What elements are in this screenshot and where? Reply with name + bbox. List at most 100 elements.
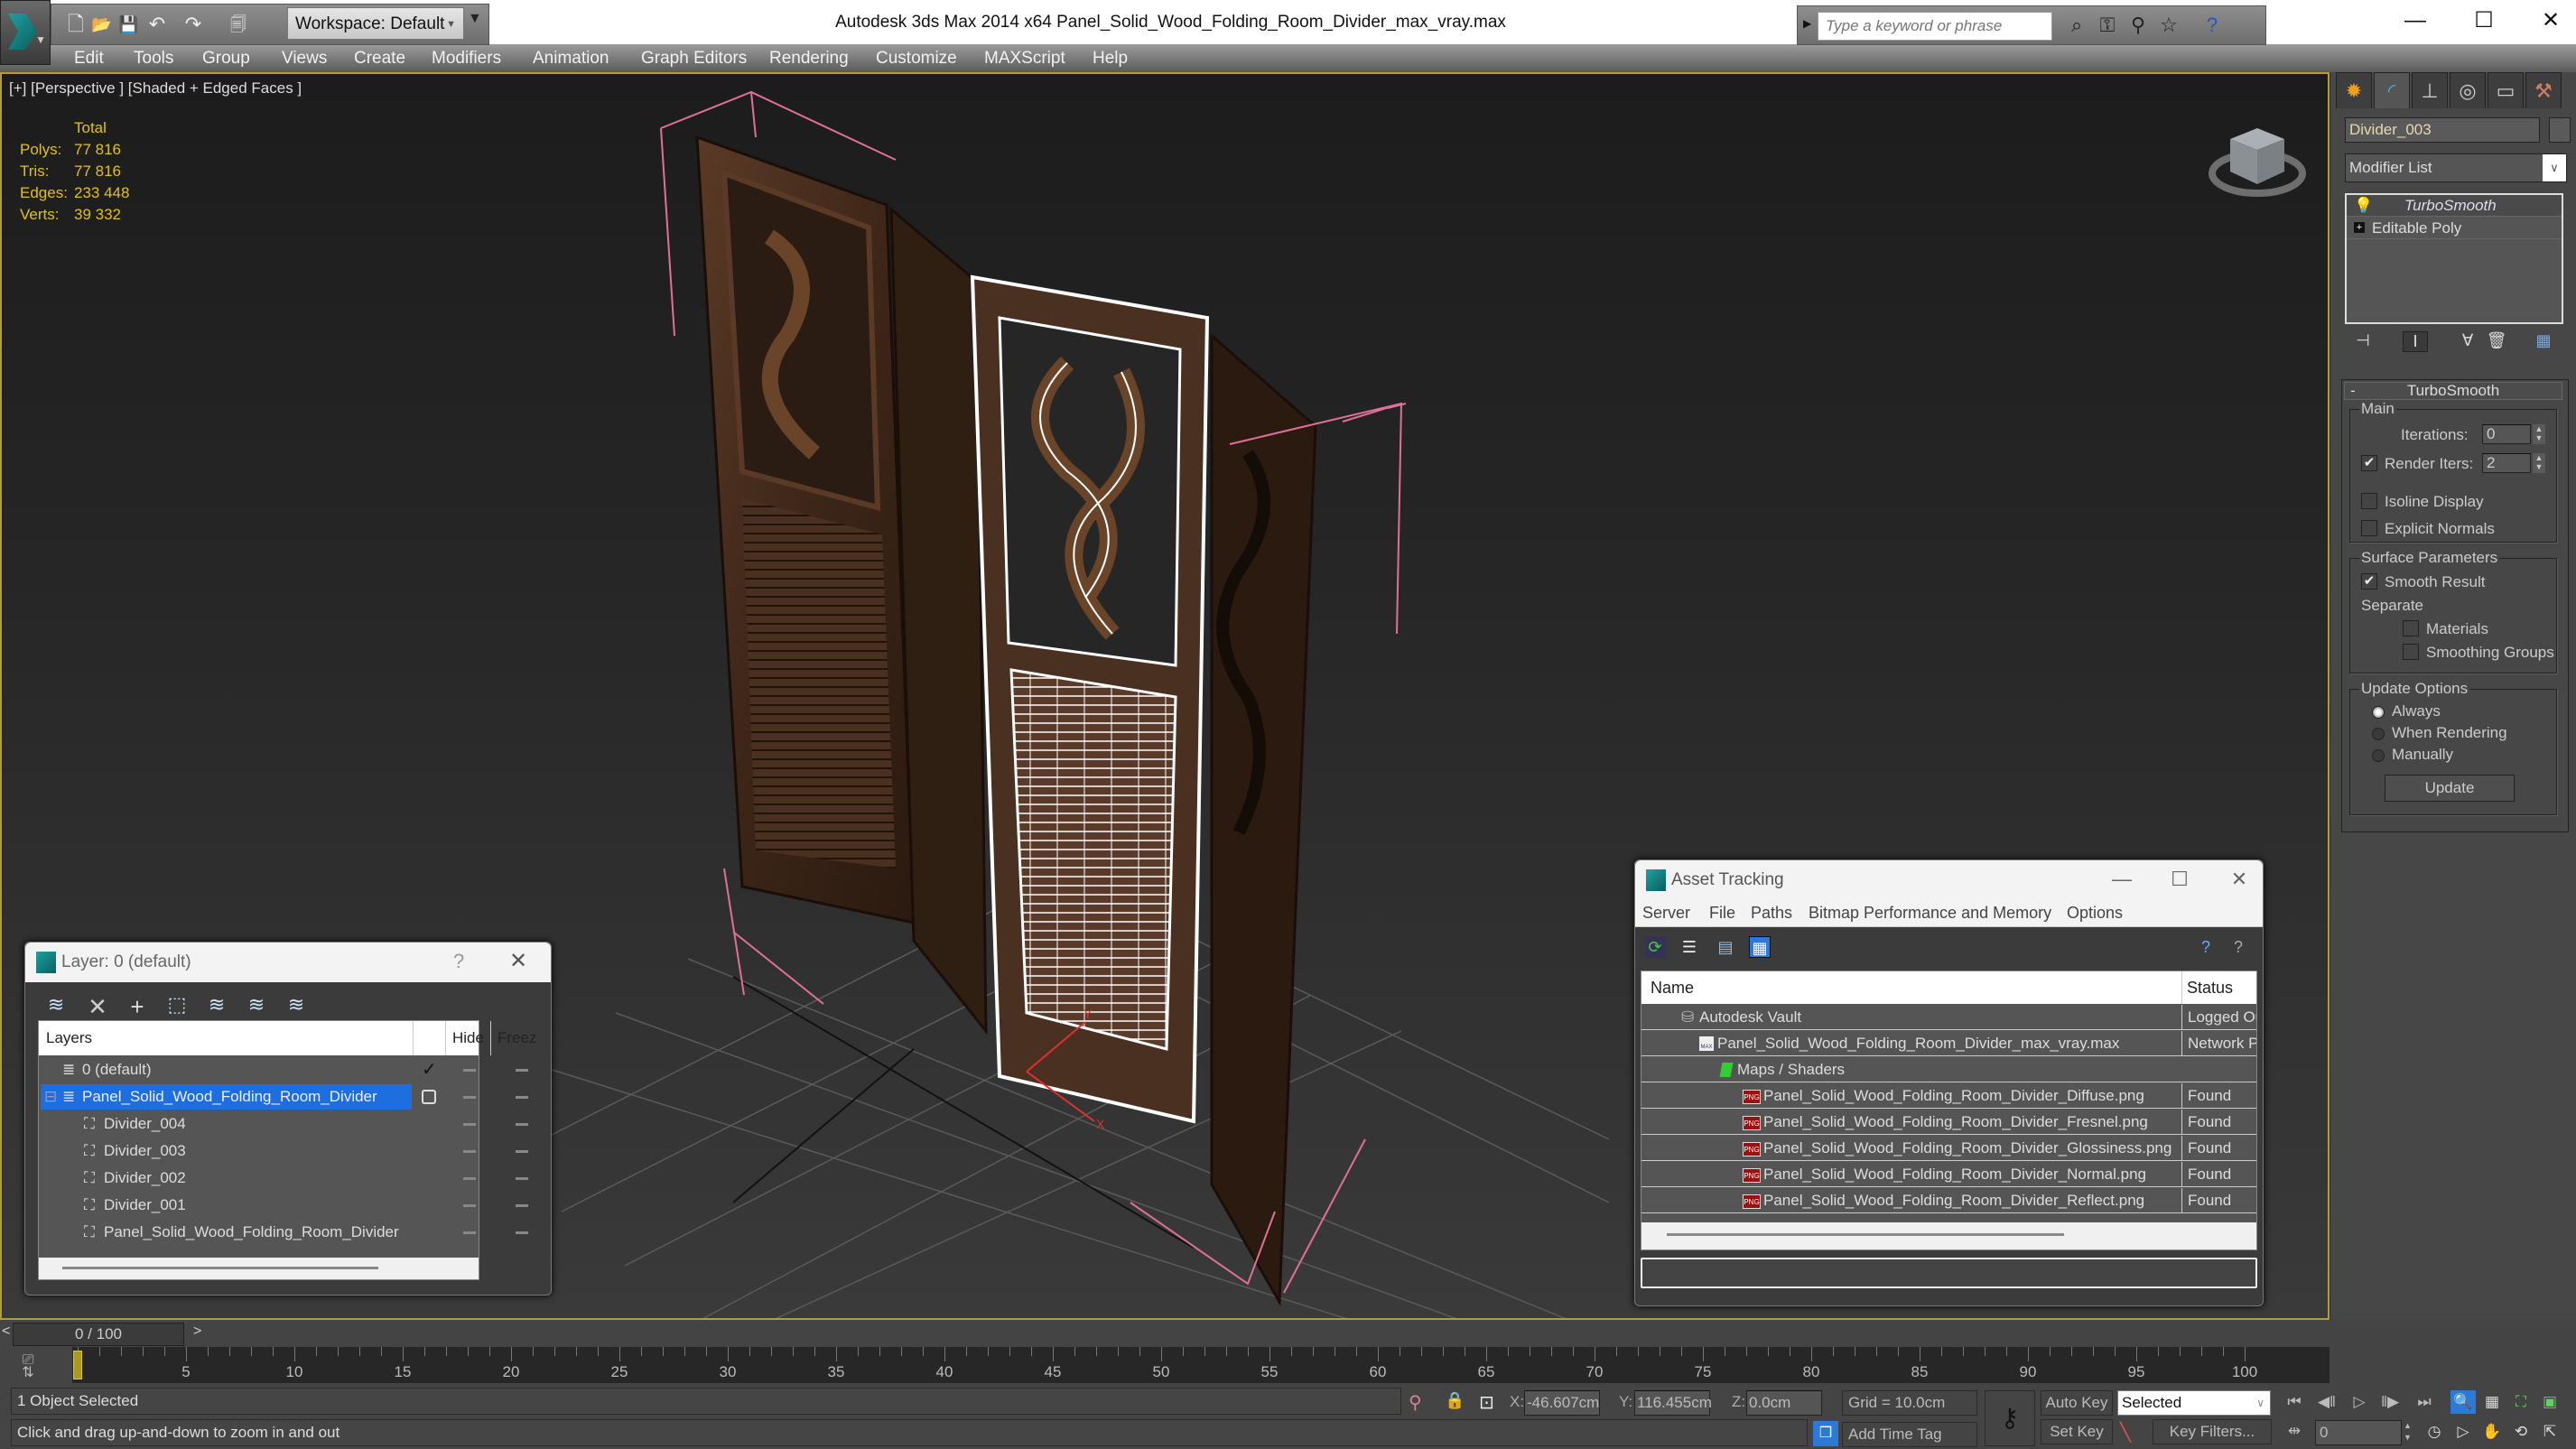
track-bar[interactable]: 0510152025303540455055606570758085909510… [72,1347,2330,1383]
column-hide[interactable]: Hide [452,1021,484,1055]
asset-row[interactable]: PNG Panel_Solid_Wood_Folding_Room_Divider… [1641,1162,2256,1187]
freeze-toggle[interactable] [516,1204,528,1207]
select-objects-in-layer-icon[interactable]: ⬚ [164,993,190,1017]
layer-object-row[interactable]: ⛶ Divider_001 [39,1193,528,1218]
maximize-viewport-icon[interactable]: ⇱ [2537,1420,2562,1444]
horizontal-scrollbar[interactable] [39,1258,479,1279]
auto-key-button[interactable]: Auto Key [2041,1390,2113,1416]
asset-row[interactable]: MAX Panel_Solid_Wood_Folding_Room_Divide… [1641,1031,2256,1056]
key-filters-button[interactable]: Key Filters... [2153,1419,2272,1444]
spinner-arrows-icon[interactable]: ▲ ▼ [2533,424,2545,444]
menu-animation[interactable]: Animation [533,45,609,72]
help-icon[interactable]: ? [2200,14,2224,37]
previous-frame-icon[interactable]: ◀‖ [2313,1393,2340,1411]
make-unique-icon[interactable]: ∀ [2455,331,2480,350]
smooth-result-checkbox[interactable]: ✔ [2361,573,2377,590]
modifier-list-dropdown[interactable]: Modifier List ∨ [2345,153,2567,182]
menu-bitmap-performance[interactable]: Bitmap Performance and Memory [1809,900,2051,925]
hide-toggle[interactable] [463,1123,476,1126]
column-layers[interactable]: Layers [46,1021,92,1055]
key-icon[interactable]: ⚿ [2096,14,2119,37]
radio-manually[interactable] [2372,749,2385,762]
orbit-icon[interactable]: ⟲ [2508,1420,2534,1444]
freeze-toggle[interactable] [516,1123,528,1126]
pan-view-icon[interactable]: ✋ [2479,1420,2505,1444]
zoom-extents-icon[interactable]: ⛶ [2508,1390,2534,1414]
close-button[interactable]: ✕ [509,948,527,974]
freeze-toggle[interactable] [516,1096,528,1099]
zoom-icon[interactable]: 🔍 [2450,1390,2476,1414]
spinner-arrows-icon[interactable]: ▲ ▼ [2533,453,2545,473]
search-input[interactable] [1818,12,2052,41]
key-mode-dropdown[interactable]: Selected ∨ [2117,1390,2271,1416]
refresh-icon[interactable]: ⟳ [1644,936,1666,958]
selection-lock-icon[interactable]: 🔒 [1445,1391,1465,1410]
layer-object-row[interactable]: ⛶ Divider_002 [39,1166,528,1191]
expand-arrow-icon[interactable]: ▶ [1803,17,1811,30]
go-to-start-icon[interactable]: ⏮ [2281,1393,2308,1411]
close-button[interactable]: ✕ [2217,860,2262,900]
maximize-button[interactable]: ☐ [2452,0,2516,45]
star-icon[interactable]: ☆ [2157,14,2181,37]
menu-customize[interactable]: Customize [876,45,957,72]
asset-path-field[interactable] [1641,1258,2257,1288]
absolute-mode-icon[interactable]: ⊡ [1479,1391,1494,1414]
menu-views[interactable]: Views [282,45,327,72]
minimize-button[interactable]: — [2099,860,2144,900]
binoculars-icon[interactable]: ⌕ [2065,14,2088,37]
workspace-dropdown[interactable]: Workspace: Default ▼ [287,7,464,40]
freeze-toggle[interactable] [516,1069,528,1072]
rollout-header[interactable]: - TurboSmooth [2344,382,2562,400]
hide-toggle[interactable] [463,1204,476,1207]
materials-checkbox[interactable] [2403,620,2419,636]
column-name[interactable]: Name [1651,971,1694,1004]
freeze-toggle[interactable] [516,1177,528,1180]
set-current-layer-icon[interactable] [422,1090,436,1104]
next-frame-icon[interactable]: ‖▶ [2376,1393,2404,1411]
time-tag-icon[interactable]: ❒ [1813,1421,1838,1446]
zoom-extents-all-icon[interactable]: ▣ [2537,1390,2562,1414]
set-key-button[interactable]: Set Key [2041,1419,2113,1444]
column-freeze[interactable]: Freez [498,1021,536,1055]
render-iters-spinner[interactable]: 2 [2482,453,2531,473]
hide-all-layers-icon[interactable]: ≋ [244,993,269,1017]
freeze-toggle[interactable] [516,1231,528,1234]
stack-item-turbosmooth[interactable]: 💡 TurboSmooth [2347,195,2562,217]
help-icon[interactable]: ? [2195,936,2217,958]
asset-row[interactable]: PNG Panel_Solid_Wood_Folding_Room_Divider… [1641,1110,2256,1135]
new-file-icon[interactable]: 🗋 [66,14,86,35]
render-iters-checkbox[interactable]: ✔ [2361,455,2377,471]
table-view-icon[interactable]: ▦ [1749,936,1771,958]
menu-create[interactable]: Create [354,45,405,72]
utilities-tab-icon[interactable]: ⚒ [2525,72,2562,108]
minimize-button[interactable]: — [2384,0,2447,45]
current-frame-field[interactable]: 0 [2315,1420,2402,1445]
help-button[interactable]: ? [453,950,464,973]
create-tab-icon[interactable]: ✹ [2336,72,2372,108]
layer-row[interactable]: ≣ 0 (default) ✓ [39,1057,528,1082]
motion-tab-icon[interactable]: ◎ [2450,72,2486,108]
list-view-icon[interactable]: ☰ [1679,936,1700,958]
undo-icon[interactable]: ↶ [147,14,167,35]
explicit-normals-checkbox[interactable] [2361,520,2377,536]
update-button[interactable]: Update [2385,775,2515,802]
time-configuration-icon[interactable]: ◷ [2422,1420,2447,1444]
show-end-result-icon[interactable]: Ⅰ [2403,331,2428,352]
pin-stack-icon[interactable]: ⊣ [2350,331,2376,350]
default-in-out-tangent-icon[interactable]: ╲ [2120,1421,2131,1444]
hierarchy-tab-icon[interactable]: ⊥ [2412,72,2448,108]
time-slider-prev[interactable]: < [2,1324,10,1340]
save-icon[interactable]: 💾 [118,14,138,35]
add-time-tag-button[interactable]: Add Time Tag [1842,1422,1977,1447]
object-name-field[interactable]: Divider_003 [2345,117,2540,143]
smoothing-groups-checkbox[interactable] [2403,644,2419,660]
viewport-label[interactable]: [+] [Perspective ] [Shaded + Edged Faces… [9,79,302,98]
highlight-selected-layer-icon[interactable]: ≋ [204,993,229,1017]
object-color-swatch[interactable] [2549,117,2571,143]
menu-modifiers[interactable]: Modifiers [432,45,501,72]
layer-object-row[interactable]: ⛶ Panel_Solid_Wood_Folding_Room_Divider [39,1220,528,1245]
asset-row[interactable]: Maps / Shaders [1641,1057,2256,1082]
x-coordinate-field[interactable]: -46.607cm [1524,1390,1600,1416]
freeze-toggle[interactable] [516,1150,528,1153]
menu-tools[interactable]: Tools [134,45,173,72]
